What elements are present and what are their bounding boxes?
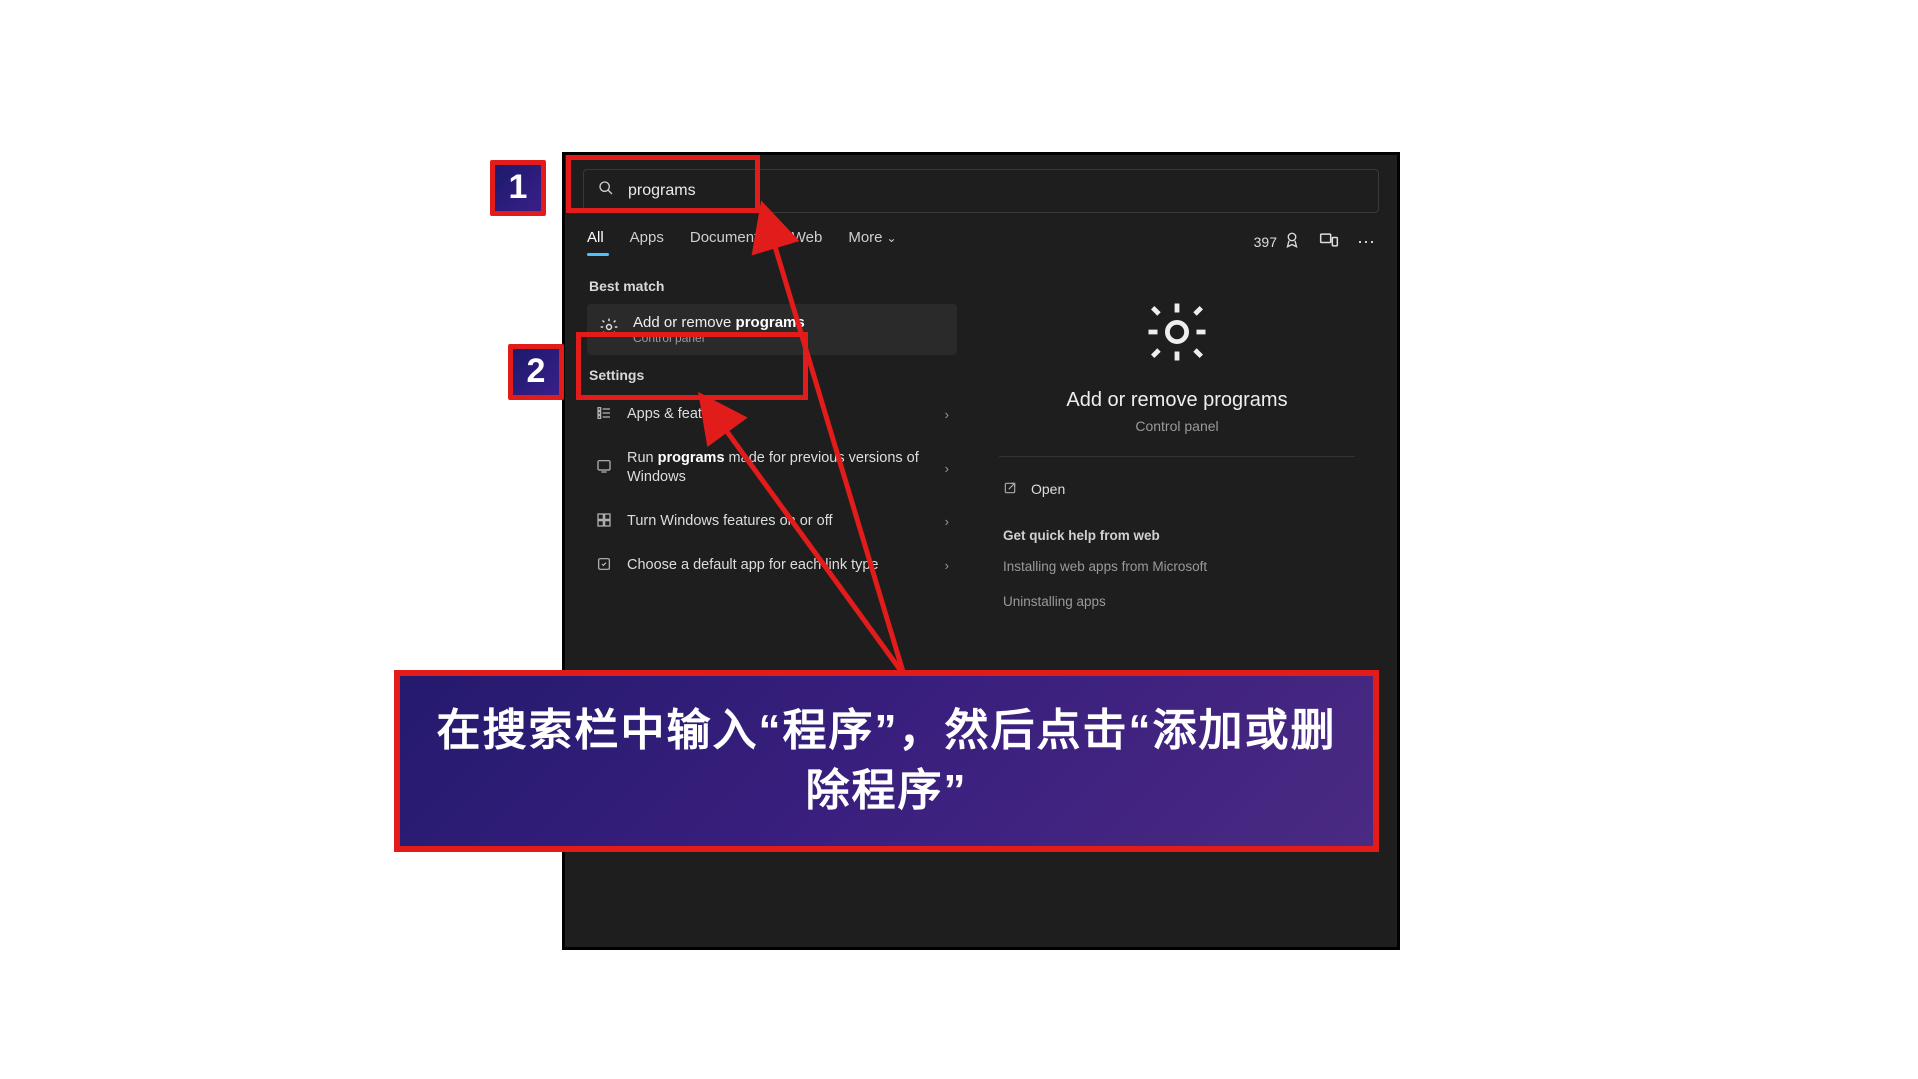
settings-item-default-app-link[interactable]: Choose a default app for each link type …: [587, 544, 957, 588]
more-icon[interactable]: ⋯: [1357, 232, 1375, 253]
annotation-badge-2: 2: [508, 344, 564, 400]
run-icon: [595, 458, 613, 478]
best-match-subtitle: Control panel: [633, 331, 805, 345]
result-label: Apps & features: [627, 405, 931, 425]
search-icon: [598, 180, 614, 201]
settings-item-windows-features[interactable]: Turn Windows features on or off ›: [587, 500, 957, 544]
best-match-title: Add or remove programs: [633, 314, 805, 331]
tab-web[interactable]: Web: [792, 229, 823, 256]
features2-icon: [595, 512, 613, 532]
section-best-match: Best match: [589, 278, 955, 294]
quick-help-link[interactable]: Installing web apps from Microsoft: [975, 549, 1379, 584]
annotation-badge-1: 1: [490, 160, 546, 216]
features-icon: [595, 405, 613, 425]
rewards-points: 397: [1254, 234, 1277, 250]
gear-icon: [1141, 296, 1213, 373]
tab-documents[interactable]: Documents: [690, 229, 766, 256]
search-input[interactable]: [628, 182, 1364, 200]
chevron-right-icon: ›: [945, 407, 949, 422]
search-filter-tabs: All Apps Documents Web More⌄ 397 ⋯: [565, 223, 1397, 258]
tab-apps[interactable]: Apps: [630, 229, 664, 256]
settings-item-apps-features[interactable]: Apps & features ›: [587, 393, 957, 437]
default-icon: [595, 556, 613, 576]
search-bar[interactable]: [583, 169, 1379, 213]
chevron-right-icon: ›: [945, 461, 949, 476]
rewards-icon: [1283, 231, 1301, 254]
result-label: Choose a default app for each link type: [627, 556, 931, 576]
chevron-right-icon: ›: [945, 558, 949, 573]
open-label: Open: [1031, 481, 1065, 497]
result-label: Run programs made for previous versions …: [627, 449, 931, 488]
settings-item-run-programs-compat[interactable]: Run programs made for previous versions …: [587, 437, 957, 500]
linked-devices-icon[interactable]: [1319, 230, 1339, 255]
open-action[interactable]: Open: [999, 471, 1355, 508]
tab-all[interactable]: All: [587, 229, 604, 256]
quick-help-title: Get quick help from web: [975, 522, 1379, 549]
quick-help-link[interactable]: Uninstalling apps: [975, 584, 1379, 619]
gear-icon: [599, 317, 619, 342]
chevron-down-icon: ⌄: [887, 231, 897, 245]
open-icon: [1003, 481, 1017, 498]
tab-more[interactable]: More⌄: [848, 229, 896, 256]
annotation-caption: 在搜索栏中输入“程序”，然后点击“添加或删除程序”: [394, 670, 1379, 852]
detail-title: Add or remove programs: [1066, 389, 1287, 412]
detail-subtitle: Control panel: [1135, 418, 1218, 434]
best-match-item[interactable]: Add or remove programs Control panel: [587, 304, 957, 355]
chevron-right-icon: ›: [945, 514, 949, 529]
section-settings: Settings: [589, 367, 955, 383]
result-label: Turn Windows features on or off: [627, 512, 931, 532]
rewards-counter[interactable]: 397: [1254, 231, 1301, 254]
